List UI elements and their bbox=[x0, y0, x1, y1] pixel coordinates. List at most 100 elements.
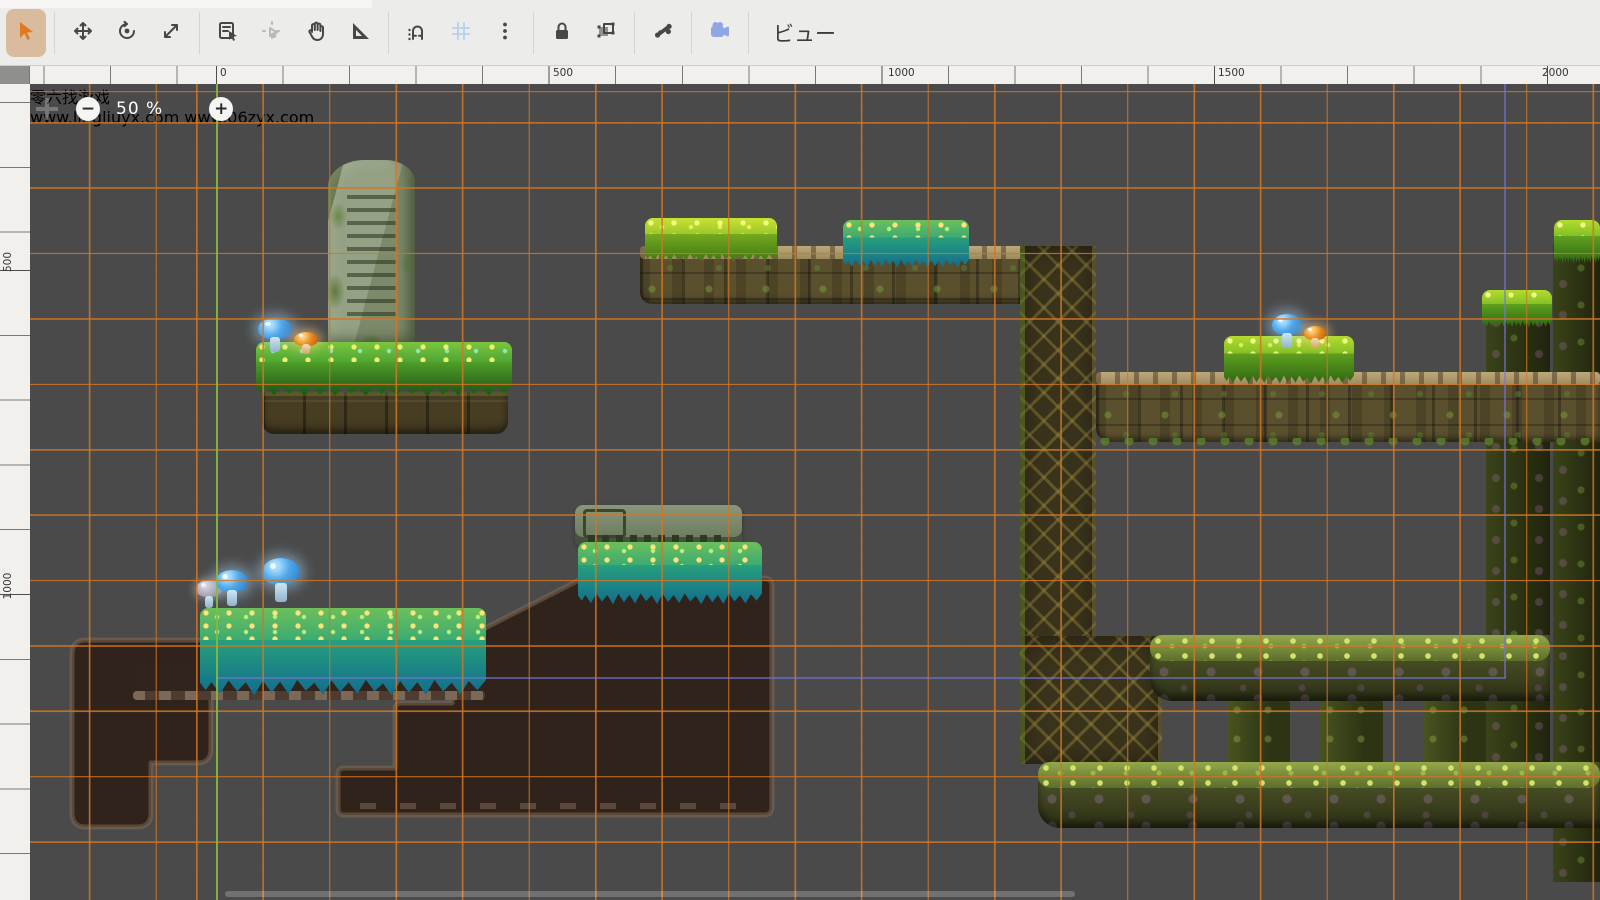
watermark: 零六找游戏 www.lingliuyx.com www.06zyx.com bbox=[30, 84, 1600, 127]
ruler-label: 2000 bbox=[1542, 67, 1569, 79]
snapping-options-button[interactable] bbox=[485, 9, 525, 57]
ruler-label: 1000 bbox=[2, 571, 14, 601]
ruler-label: 0 bbox=[220, 67, 227, 79]
watermark-title: 零六找游戏 bbox=[30, 84, 1600, 108]
zoom-widget: − 50 % + bbox=[36, 94, 233, 124]
list-select-tool-button[interactable] bbox=[208, 9, 248, 57]
hand-icon bbox=[304, 19, 328, 46]
blue-mushroom bbox=[1272, 314, 1302, 348]
rotate-tool-button[interactable] bbox=[107, 9, 147, 57]
vertical-ruler: 500 1000 bbox=[0, 84, 30, 900]
mushroom-stem bbox=[270, 337, 281, 352]
smart-snap-button[interactable] bbox=[397, 9, 437, 57]
scale-tool-button[interactable] bbox=[151, 9, 191, 57]
mushroom-stem bbox=[302, 344, 310, 354]
grass-blades bbox=[645, 234, 777, 263]
horizontal-ruler: 0 500 1000 1500 2000 bbox=[30, 66, 1600, 84]
mushroom-stem bbox=[205, 596, 213, 608]
statue-upper-beam bbox=[1096, 372, 1600, 442]
mushroom-stem bbox=[227, 590, 237, 606]
bottom-beam bbox=[1038, 762, 1600, 828]
bone-icon bbox=[651, 19, 675, 46]
drag-move-tool-button[interactable] bbox=[252, 9, 292, 57]
grid-icon bbox=[449, 19, 473, 46]
viewport-canvas[interactable]: − 50 % + 零六找游戏 www.lingliuyx.com www.06z… bbox=[30, 84, 1600, 900]
orange-mushroom bbox=[1304, 326, 1326, 348]
grass-blades bbox=[1224, 353, 1354, 384]
camera-override-button[interactable] bbox=[700, 9, 740, 57]
stone-tank-ruin bbox=[575, 455, 742, 547]
tank-hull bbox=[575, 505, 742, 547]
ruler-corner bbox=[0, 66, 30, 84]
view-menu-button[interactable]: ビュー bbox=[759, 9, 850, 57]
move-icon bbox=[71, 19, 95, 46]
zoom-value[interactable]: 50 % bbox=[116, 99, 163, 119]
blue-mushroom bbox=[216, 570, 248, 606]
editor-toolbar: ビュー bbox=[0, 0, 1600, 66]
mushroom-stem bbox=[275, 583, 287, 602]
toolbar-separator bbox=[54, 12, 55, 54]
support-pillar bbox=[1423, 698, 1486, 770]
mushroom-cap bbox=[1272, 314, 1302, 335]
zoom-in-button[interactable]: + bbox=[209, 97, 233, 121]
ruler-tool-button[interactable] bbox=[340, 9, 380, 57]
toolbar-separator bbox=[533, 12, 534, 54]
ruler-label: 500 bbox=[2, 247, 14, 277]
mushroom-stem bbox=[1282, 333, 1292, 348]
scale-icon bbox=[159, 19, 183, 46]
temple-face-statue bbox=[1243, 440, 1425, 640]
ruler-label: 500 bbox=[553, 67, 573, 79]
blue-mushroom bbox=[258, 318, 292, 352]
column-lower-block bbox=[1020, 636, 1162, 764]
support-pillar bbox=[1227, 698, 1290, 770]
orange-mushroom bbox=[294, 332, 318, 354]
list-select-icon bbox=[216, 19, 240, 46]
move-tool-button[interactable] bbox=[63, 9, 103, 57]
mushroom-cap bbox=[216, 570, 248, 592]
ruler-label: 1000 bbox=[888, 67, 915, 79]
y-axis-line bbox=[216, 84, 218, 900]
zoom-out-button[interactable]: − bbox=[76, 97, 100, 121]
right-edge-grass-cap bbox=[1554, 220, 1600, 262]
tank-turret bbox=[618, 466, 715, 508]
mossy-monument bbox=[328, 160, 415, 348]
grid-snap-button[interactable] bbox=[441, 9, 481, 57]
movie-camera-icon bbox=[708, 19, 732, 46]
toolbar-highlight-strip bbox=[0, 0, 372, 8]
select-arrow-icon bbox=[14, 19, 38, 46]
ruler-triangle-icon bbox=[348, 19, 372, 46]
pan-tool-button[interactable] bbox=[296, 9, 336, 57]
toolbar-separator bbox=[634, 12, 635, 54]
toolbar-separator bbox=[199, 12, 200, 54]
teal-grass-ledge bbox=[200, 608, 486, 692]
skeleton-options-button[interactable] bbox=[643, 9, 683, 57]
magnet-icon bbox=[405, 19, 429, 46]
level-editor-window: ビュー 0 500 1000 1500 2000 500 1000 bbox=[0, 0, 1600, 900]
statue-lower-beam bbox=[1150, 635, 1550, 701]
slab-tan-edge bbox=[133, 691, 485, 700]
rotate-icon bbox=[115, 19, 139, 46]
select-tool-button[interactable] bbox=[6, 9, 46, 57]
grass-blades bbox=[200, 640, 486, 697]
moss-ridge bbox=[1038, 762, 1600, 788]
teal-grass-tuft bbox=[843, 220, 969, 266]
right-wall-grass-cap bbox=[1482, 290, 1552, 326]
lock-selected-button[interactable] bbox=[542, 9, 582, 57]
toolbar-separator bbox=[388, 12, 389, 54]
ruler-label: 1500 bbox=[1218, 67, 1245, 79]
horizontal-scrollbar[interactable] bbox=[225, 891, 1075, 897]
lime-grass-tuft bbox=[645, 218, 777, 260]
grass-blades bbox=[578, 565, 762, 606]
grass-blades bbox=[1482, 304, 1552, 328]
group-icon bbox=[594, 19, 618, 46]
viewport-bottom-bound bbox=[216, 677, 1506, 679]
toolbar-separator bbox=[748, 12, 749, 54]
mushroom-cap bbox=[262, 558, 300, 585]
stone-block-row bbox=[262, 392, 508, 434]
group-selected-button[interactable] bbox=[586, 9, 626, 57]
kebab-menu-icon bbox=[493, 19, 517, 46]
pan-hint-icon bbox=[36, 98, 58, 120]
blue-mushroom-large bbox=[262, 558, 300, 602]
grass-blades bbox=[843, 237, 969, 268]
lock-icon bbox=[550, 19, 574, 46]
